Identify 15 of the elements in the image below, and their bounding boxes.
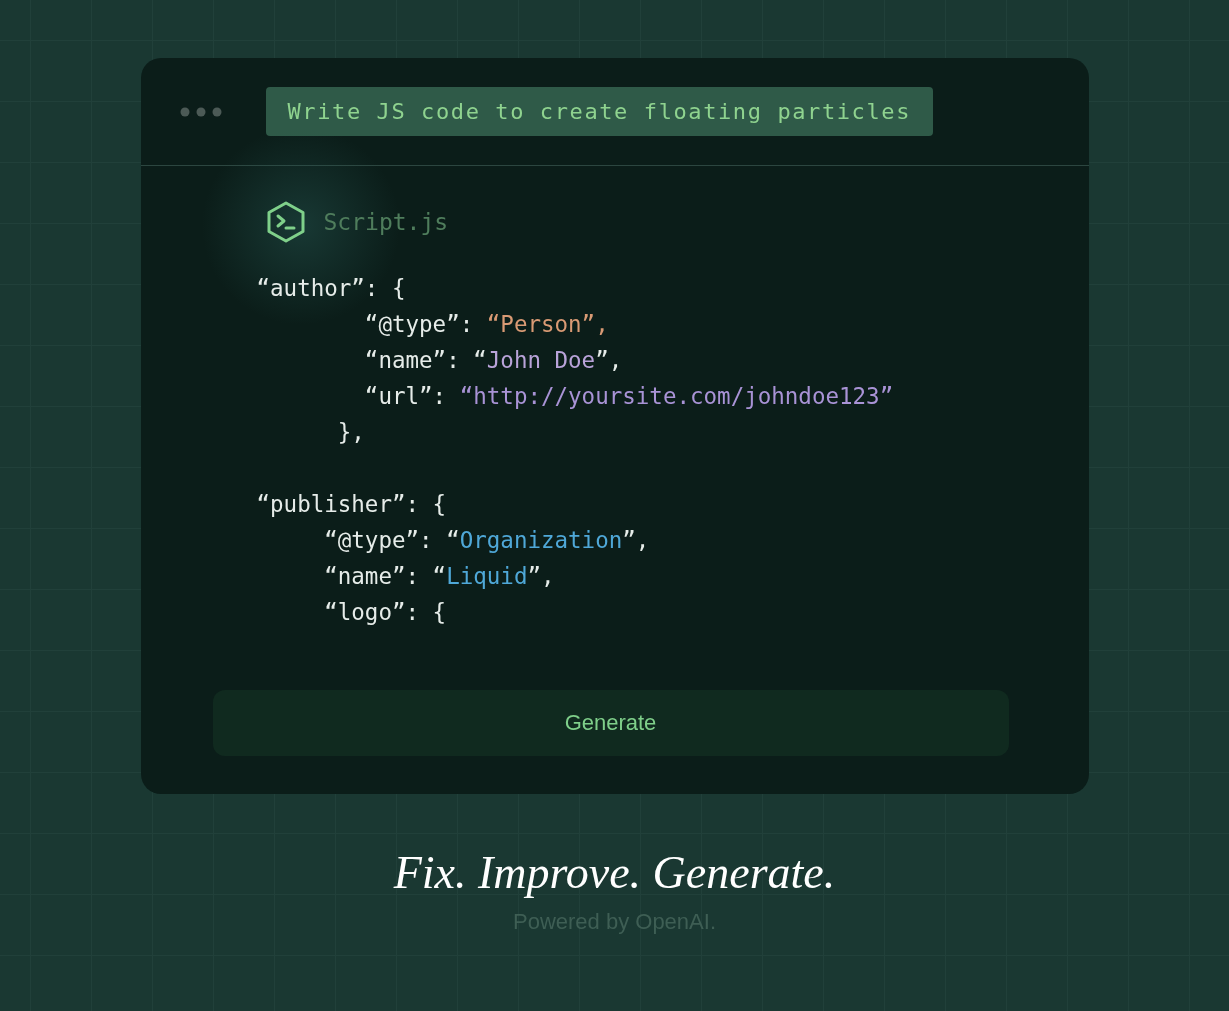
code-line: “author”: { xyxy=(256,274,407,303)
generate-button[interactable]: Generate xyxy=(212,690,1009,756)
code-line: “@type”: “Person”, xyxy=(363,310,610,339)
code-line: “name”: “John Doe”, xyxy=(363,346,624,375)
prompt-text: Write JS code to create floating particles xyxy=(265,87,933,136)
code-line: “@type”: “Organization”, xyxy=(323,526,651,555)
code-line: }, xyxy=(336,418,366,447)
code-line: “url”: “http://yoursite.com/johndoe123” xyxy=(363,382,895,411)
more-icon[interactable] xyxy=(179,106,222,117)
terminal-icon xyxy=(265,200,306,244)
code-line: “publisher”: { xyxy=(256,490,448,519)
code-line: “logo”: { xyxy=(323,598,448,627)
code-line: “name”: “Liquid”, xyxy=(323,562,556,591)
tagline: Fix. Improve. Generate. xyxy=(393,846,836,899)
file-name: Script.js xyxy=(323,209,449,235)
